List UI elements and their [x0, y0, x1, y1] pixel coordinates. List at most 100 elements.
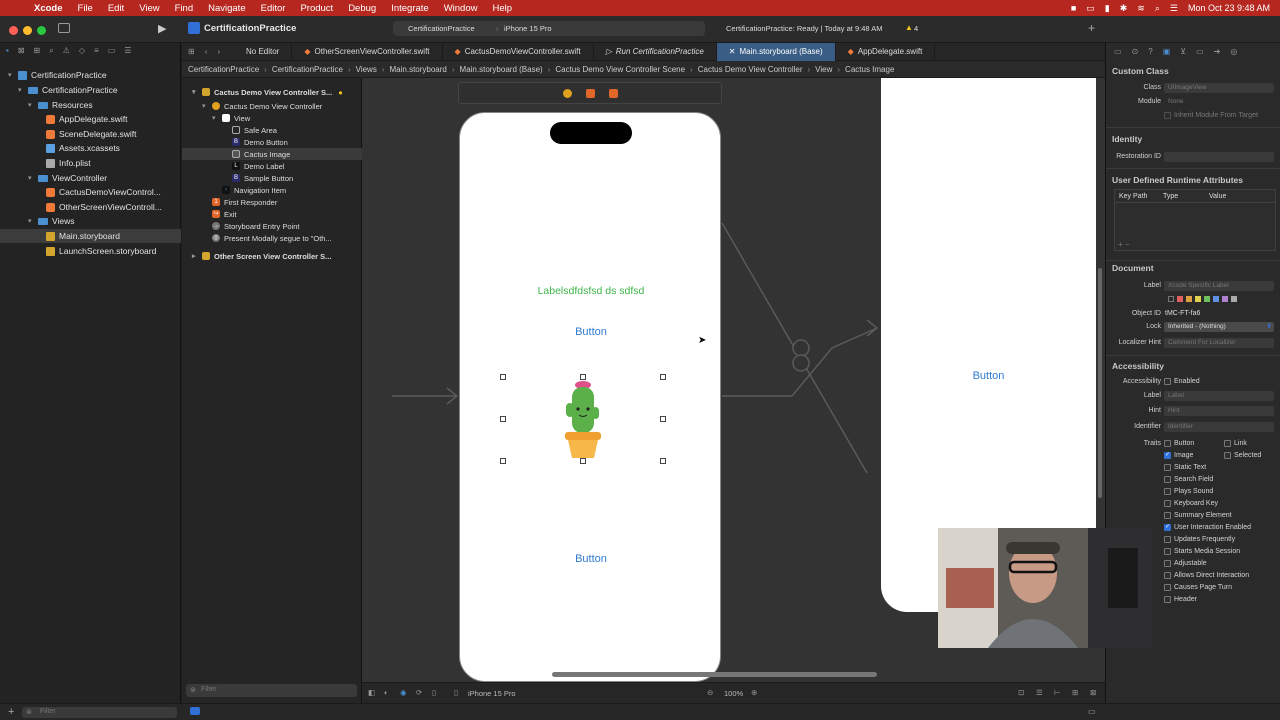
outline-toggle-icon[interactable]: ◧ — [368, 688, 375, 697]
restoration-id-field[interactable] — [1164, 152, 1274, 162]
close-window-button[interactable] — [9, 26, 18, 35]
zoom-window-button[interactable] — [37, 26, 46, 35]
trait-checkbox[interactable] — [1164, 464, 1171, 471]
demo-label[interactable]: Labelsdfdsfsd ds sdfsd — [460, 285, 722, 297]
menu-view[interactable]: View — [139, 3, 159, 14]
menu-help[interactable]: Help — [492, 3, 512, 14]
resize-handle[interactable] — [500, 416, 506, 422]
outline-view[interactable]: ▾ View — [182, 112, 362, 124]
inherit-module-checkbox[interactable] — [1164, 112, 1171, 119]
stack-icon[interactable]: ☰ — [1036, 688, 1043, 697]
menu-debug[interactable]: Debug — [348, 3, 376, 14]
iphone-scene-cactus[interactable]: Labelsdfdsfsd ds sdfsd Button Button — [459, 112, 721, 682]
attributes-inspector-icon[interactable]: ⊻ — [1180, 47, 1186, 56]
view-controller-icon[interactable] — [562, 88, 572, 98]
chevron-down-icon[interactable]: ▾ — [8, 71, 16, 79]
jump-item[interactable]: Cactus Demo View Controller — [698, 65, 803, 74]
trait-checkbox[interactable] — [1164, 512, 1171, 519]
tab-no-editor[interactable]: No Editor — [234, 42, 293, 61]
jump-item[interactable]: CertificationPractice — [188, 65, 259, 74]
resize-handle[interactable] — [500, 458, 506, 464]
inspector-toggle-icon[interactable]: ▭ — [1088, 707, 1096, 716]
trait-checkbox[interactable] — [1224, 452, 1231, 459]
tab-run[interactable]: ▷ Run CertificationPractice — [594, 42, 717, 61]
menu-window[interactable]: Window — [444, 3, 478, 14]
outline-cactus-image[interactable]: Cactus Image — [182, 148, 362, 160]
menu-file[interactable]: File — [78, 3, 93, 14]
nav-group-project[interactable]: ▾ CertificationPractice — [0, 83, 181, 97]
vertical-scrollbar[interactable] — [1098, 268, 1102, 498]
jump-item[interactable]: Main.storyboard (Base) — [460, 65, 543, 74]
sample-button[interactable]: Button — [460, 553, 722, 565]
other-screen-button[interactable]: Button — [881, 370, 1096, 382]
trait-checkbox[interactable]: ✓ — [1164, 452, 1171, 459]
grid-icon[interactable]: ⊞ — [188, 47, 195, 56]
navigator-filter[interactable]: ⊜ Filter — [22, 707, 177, 718]
jump-item[interactable]: View — [815, 65, 832, 74]
color-swatch-gray[interactable] — [1231, 296, 1237, 302]
outline-other-scene[interactable]: ▸ Other Screen View Controller S... — [182, 250, 362, 262]
source-control-icon[interactable]: ⊠ — [18, 46, 25, 58]
size-icon[interactable]: ▯ — [432, 688, 436, 697]
color-swatch-orange[interactable] — [1186, 296, 1192, 302]
nav-file-appdelegate[interactable]: AppDelegate.swift — [0, 112, 181, 126]
add-file-icon[interactable]: + — [8, 706, 14, 718]
trait-checkbox[interactable] — [1164, 488, 1171, 495]
nav-project-root[interactable]: ▾ CertificationPractice — [0, 68, 181, 82]
accessibility-enabled-checkbox[interactable] — [1164, 378, 1171, 385]
outline-sample-button[interactable]: B Sample Button — [182, 172, 362, 184]
menu-editor[interactable]: Editor — [261, 3, 286, 14]
localizer-hint-field[interactable]: Comment For Localizer — [1164, 338, 1274, 348]
tab-otherscreen[interactable]: ◆ OtherScreenViewController.swift — [292, 42, 443, 61]
menu-navigate[interactable]: Navigate — [208, 3, 246, 14]
chevron-down-icon[interactable]: ▾ — [192, 88, 200, 96]
class-field[interactable]: UIImageView — [1164, 83, 1274, 93]
outline-demo-button[interactable]: B Demo Button — [182, 136, 362, 148]
find-icon[interactable]: ⌕ — [49, 46, 53, 58]
horizontal-scrollbar[interactable] — [552, 672, 877, 677]
outline-nav-item[interactable]: ‹ Navigation Item — [182, 184, 362, 196]
resize-handle[interactable] — [660, 458, 666, 464]
trait-checkbox[interactable] — [1164, 572, 1171, 579]
nav-file-scenedelegate[interactable]: SceneDelegate.swift — [0, 127, 181, 141]
jump-item[interactable]: CertificationPractice — [272, 65, 343, 74]
tab-cactusdemo[interactable]: ◆ CactusDemoViewController.swift — [443, 42, 594, 61]
warning-icon[interactable]: ▲ — [905, 23, 913, 32]
outline-entry-point[interactable]: → Storyboard Entry Point — [182, 220, 362, 232]
chevron-down-icon[interactable]: ▾ — [28, 101, 36, 109]
canvas-device-name[interactable]: iPhone 15 Pro — [468, 689, 516, 698]
outline-scene[interactable]: ▾ Cactus Demo View Controller S... ● — [182, 86, 362, 98]
trait-checkbox[interactable] — [1224, 440, 1231, 447]
tab-appdelegate[interactable]: ◆ AppDelegate.swift — [836, 42, 936, 61]
stop-icon[interactable]: ■ — [1071, 3, 1076, 13]
demo-button[interactable]: Button — [460, 326, 722, 338]
nav-group-views[interactable]: ▾ Views — [0, 214, 181, 228]
nav-file-cactusvc[interactable]: CactusDemoViewControl... — [0, 185, 181, 199]
module-field[interactable]: None — [1164, 97, 1274, 107]
trait-checkbox[interactable] — [1164, 440, 1171, 447]
device-selector[interactable]: iPhone 15 Pro — [504, 24, 552, 33]
color-swatch-red[interactable] — [1177, 296, 1183, 302]
trait-checkbox[interactable] — [1164, 596, 1171, 603]
nav-group-resources[interactable]: ▾ Resources — [0, 98, 181, 112]
acc-label-field[interactable]: Label — [1164, 391, 1274, 401]
zoom-in-icon[interactable]: ⊕ — [751, 688, 757, 697]
lock-select[interactable]: Inherited - (Nothing) ⬍ — [1164, 322, 1274, 332]
size-inspector-icon[interactable]: ▭ — [1196, 47, 1204, 56]
battery-icon[interactable]: ▮ — [1105, 3, 1110, 14]
wifi-icon[interactable]: ≋ — [1137, 3, 1145, 14]
quick-help-icon[interactable]: ? — [1148, 47, 1152, 56]
issue-icon[interactable]: ⚠ — [63, 46, 70, 58]
sidebar-toggle-icon[interactable] — [58, 23, 70, 33]
color-swatch-none[interactable] — [1168, 296, 1174, 302]
jump-item[interactable]: Views — [356, 65, 377, 74]
resolve-issues-icon[interactable]: ⊠ — [1090, 688, 1096, 697]
effects-icon[interactable]: ◎ — [1230, 47, 1237, 56]
trait-checkbox[interactable] — [1164, 548, 1171, 555]
dark-mode-icon[interactable]: ◐ — [384, 688, 389, 697]
tab-main-storyboard[interactable]: ✕ Main.storyboard (Base) — [716, 42, 836, 61]
zoom-out-icon[interactable]: ⊖ — [707, 688, 713, 697]
folder-icon[interactable]: ▪ — [6, 46, 9, 58]
menubar-clock[interactable]: Mon Oct 23 9:48 AM — [1188, 3, 1270, 13]
zoom-level[interactable]: 100% — [724, 689, 743, 698]
